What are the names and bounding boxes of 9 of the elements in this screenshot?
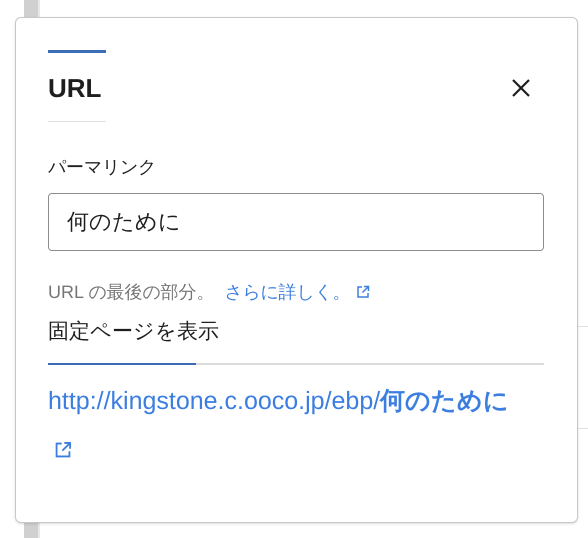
page-url-link[interactable]: http://kingstone.c.ooco.jp/ebp/何のために — [48, 377, 518, 473]
view-page-label: 固定ページを表示 — [48, 318, 220, 344]
permalink-label: パーマリンク — [48, 156, 157, 178]
help-text: URL の最後の部分。 — [48, 280, 214, 304]
permalink-input-field[interactable]: 何のために — [48, 192, 544, 250]
panel-title: URL — [48, 75, 102, 101]
external-link-icon — [54, 441, 72, 459]
learn-more-link[interactable]: さらに詳しく。 — [224, 278, 370, 306]
external-link-icon — [356, 285, 370, 299]
